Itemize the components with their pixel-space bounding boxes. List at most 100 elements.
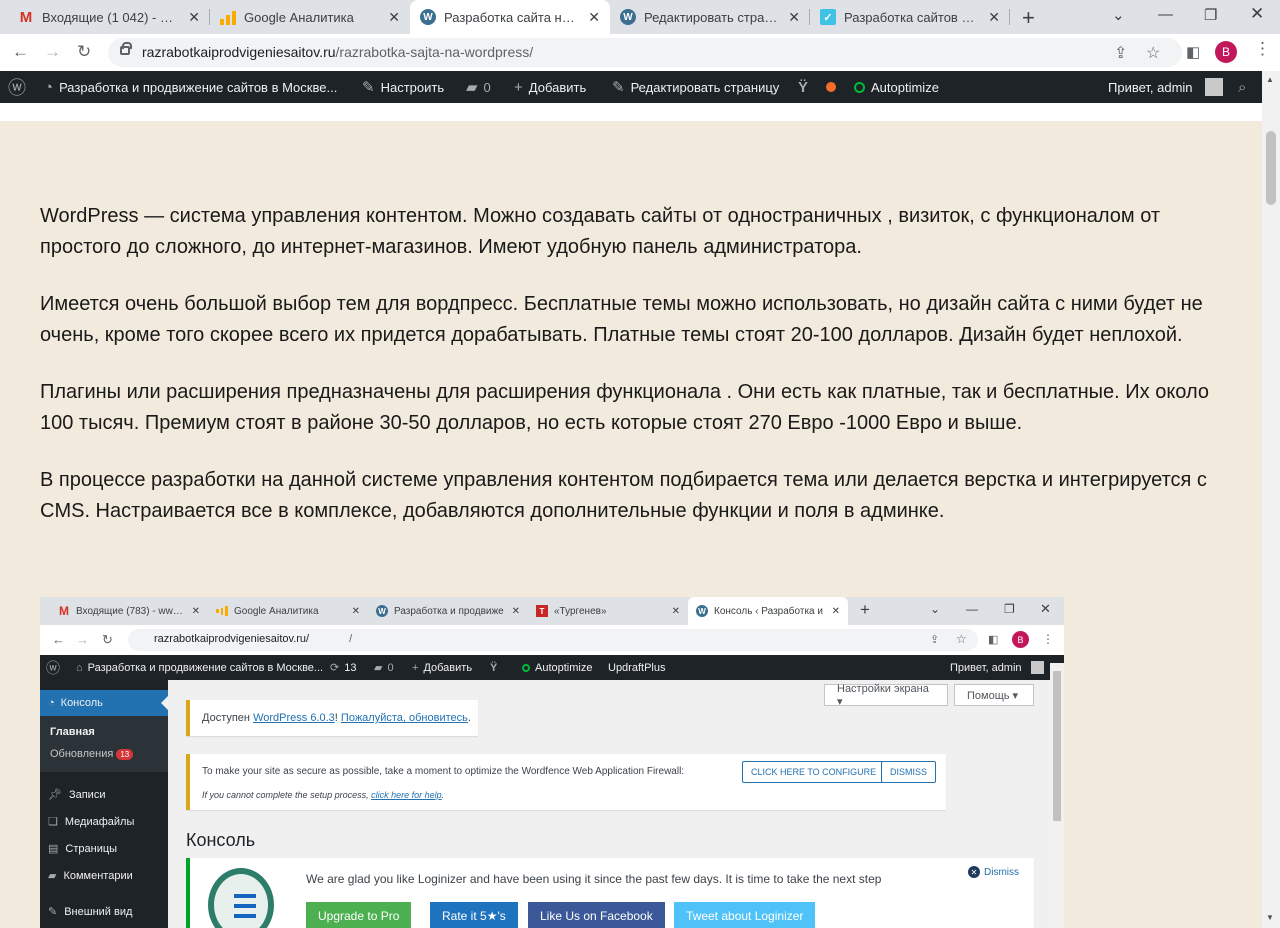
status-ring-icon xyxy=(854,81,865,93)
shot-submenu: Главная Обновления 13 xyxy=(40,716,168,772)
chevron-down-icon: ⌄ xyxy=(930,602,941,616)
wordpress-icon: W xyxy=(696,605,708,617)
wordpress-icon: W xyxy=(420,9,436,25)
avatar xyxy=(1030,661,1044,674)
window-close-button[interactable]: ✕ xyxy=(1250,4,1264,24)
gmail-icon: M xyxy=(19,8,33,26)
header-strip xyxy=(0,103,1262,121)
shot-dismiss-button: DISMISS xyxy=(881,761,937,783)
shot-menu-appearance: ✎ Внешний вид xyxy=(48,905,133,919)
restore-button[interactable]: ❐ xyxy=(1204,6,1217,24)
bookmark-star-icon: ☆ xyxy=(956,632,967,646)
home-icon: ⌂ xyxy=(76,661,83,674)
wp-comments-link[interactable]: ▰ 0 xyxy=(466,71,491,103)
shot-address-bar: ← → ↻ razrabotkaiprodvigeniesaitov.ru// … xyxy=(40,625,1064,655)
shot-page-title: Консоль xyxy=(186,830,256,850)
tab-title: Разработка сайтов на во xyxy=(844,9,981,25)
shot-menu-comments: ▰ Комментарии xyxy=(48,869,133,883)
shot-admin-sidebar: ◔ Консоль Главная Обновления 13 📌︎ Записи ❏… xyxy=(40,680,168,928)
minimize-button[interactable]: — xyxy=(1158,6,1173,23)
plus-icon: + xyxy=(514,78,523,96)
share-icon[interactable]: ⇪ xyxy=(1114,43,1127,63)
pin-icon: 📌︎ xyxy=(48,789,62,801)
comment-icon: ▰ xyxy=(48,870,57,882)
close-icon[interactable]: ✕ xyxy=(388,9,400,26)
shot-tab-title: Консоль ‹ Разработка и xyxy=(714,605,823,617)
media-icon: ❏ xyxy=(48,816,58,828)
side-panel-icon[interactable]: ◧ xyxy=(1186,43,1200,61)
url-input[interactable]: razrabotkaiprodvigeniesaitov.ru/razrabot… xyxy=(108,38,1182,67)
turgenev-icon: T xyxy=(536,605,548,617)
url-text: razrabotkaiprodvigeniesaitov.ru/razrabot… xyxy=(142,44,534,60)
comment-icon: ▰ xyxy=(374,662,383,674)
shot-updraft: UpdraftPlus xyxy=(608,661,666,674)
shot-update-notice: Доступен WordPress 6.0.3! Пожалуйста, об… xyxy=(186,700,478,736)
wp-site-name-link[interactable]: ◔ Разработка и продвижение сайтов в Москв… xyxy=(44,71,337,103)
wp-account-link[interactable]: Привет, admin xyxy=(1108,71,1223,103)
shot-tab-strip: M Входящие (783) - www.46 ✕ Google Аналит… xyxy=(40,597,1064,625)
page-icon: ▤ xyxy=(48,843,59,855)
shot-tab-title: Google Аналитика xyxy=(234,605,319,617)
gmail-icon: M xyxy=(59,604,69,618)
new-tab-button[interactable]: + xyxy=(1022,5,1035,31)
tab-search-icon[interactable]: ⌄ xyxy=(1112,6,1125,24)
article-body: WordPress — система управления контентом… xyxy=(40,201,1240,553)
shot-updates: ⟳ 13 xyxy=(330,661,357,675)
comment-icon: ▰ xyxy=(466,79,478,96)
browser-menu-icon[interactable]: ⋮ xyxy=(1254,39,1271,59)
shot-wp-admin-bar: ⓦ ⌂ Разработка и продвижение сайтов в Мос… xyxy=(40,655,1064,680)
article-paragraph: Плагины или расширения предназначены для… xyxy=(40,381,1209,434)
autoptimize-link[interactable]: Autoptimize xyxy=(854,71,939,103)
shot-screen-options: Настройки экрана ▾ xyxy=(824,683,948,708)
bookmark-star-icon[interactable]: ☆ xyxy=(1146,43,1160,63)
shot-wordfence-text: To make your site as secure as possible,… xyxy=(202,766,685,777)
side-panel-icon: ◧ xyxy=(988,634,999,646)
close-icon[interactable]: ✕ xyxy=(788,9,800,26)
dashboard-gauge-icon: ◔ xyxy=(48,697,55,709)
forward-button[interactable]: → xyxy=(44,42,61,62)
close-icon[interactable]: ✕ xyxy=(988,9,1000,26)
shot-update-text: Доступен WordPress 6.0.3! Пожалуйста, об… xyxy=(202,712,471,724)
share-icon: ⇪ xyxy=(930,634,940,646)
yoast-seo-link[interactable]: Ÿ xyxy=(798,71,808,103)
wp-add-new-link[interactable]: + Добавить xyxy=(514,71,586,103)
tab-tweet[interactable]: ✓ Разработка сайтов на во ✕ xyxy=(810,0,1010,34)
wp-logo-icon[interactable]: ⓦ xyxy=(8,71,26,103)
lock-icon[interactable] xyxy=(120,42,132,55)
shot-tab: Google Аналитика ✕ xyxy=(208,597,368,625)
reload-icon: ↻ xyxy=(102,632,113,647)
shot-facebook-button: Like Us on Facebook xyxy=(528,902,665,928)
close-icon: ✕ xyxy=(1040,601,1051,616)
shot-tab: M Входящие (783) - www.46 ✕ xyxy=(59,604,200,618)
tab-gmail[interactable]: M Входящие (1 042) - www. ✕ xyxy=(8,0,210,34)
shot-tab-active: W Консоль ‹ Разработка и ✕ xyxy=(688,597,848,625)
wp-customize-link[interactable]: ✎ Настроить xyxy=(362,71,444,103)
shot-menu-pages: ▤ Страницы xyxy=(48,842,118,856)
minimize-icon: — xyxy=(966,602,978,616)
page-scrollbar[interactable]: ▲ ▼ xyxy=(1262,71,1280,928)
back-icon: ← xyxy=(52,632,65,647)
back-button[interactable]: ← xyxy=(12,42,29,62)
analytics-icon xyxy=(216,605,229,617)
tab-analytics[interactable]: Google Аналитика ✕ xyxy=(210,0,410,34)
wp-edit-page-link[interactable]: ✎ Редактировать страницу xyxy=(612,71,779,103)
yoast-icon: Ÿ xyxy=(490,661,498,674)
close-icon[interactable]: ✕ xyxy=(588,9,600,26)
tweet-icon: ✓ xyxy=(820,9,836,25)
status-badge: 13 xyxy=(116,749,134,760)
shot-scrollbar xyxy=(1050,663,1064,928)
shot-wordfence-help: If you cannot complete the setup process… xyxy=(202,790,445,800)
close-icon[interactable]: ✕ xyxy=(188,9,200,26)
profile-avatar[interactable]: B xyxy=(1215,41,1237,63)
seo-score-dot xyxy=(826,71,836,103)
reload-button[interactable]: ↻ xyxy=(77,42,91,62)
search-icon[interactable]: ⌕ xyxy=(1238,71,1246,103)
tab-title: Редактировать страницу xyxy=(644,9,781,25)
shot-tab-title: Входящие (783) - www.46 xyxy=(76,605,186,617)
scrollbar-thumb[interactable] xyxy=(1266,131,1276,205)
tab-edit-page[interactable]: W Редактировать страницу ✕ xyxy=(610,0,810,34)
tab-active-wordpress[interactable]: W Разработка сайта на вор ✕ xyxy=(410,0,610,34)
shot-loginizer-message: We are glad you like Loginizer and have … xyxy=(306,872,882,886)
shot-submenu-home: Главная xyxy=(50,726,95,738)
shot-loginizer-notice: We are glad you like Loginizer and have … xyxy=(186,858,1034,928)
